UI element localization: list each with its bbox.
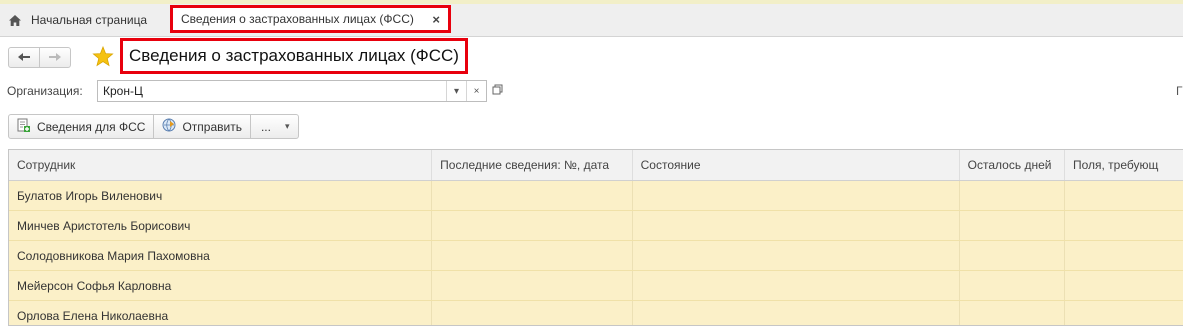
cell-days-left <box>960 181 1065 210</box>
table-header: Сотрудник Последние сведения: №, дата Со… <box>9 150 1183 181</box>
cell-days-left <box>960 241 1065 270</box>
cell-status <box>633 271 960 300</box>
cell-days-left <box>960 211 1065 240</box>
cell-status <box>633 211 960 240</box>
cell-last-info <box>432 301 633 325</box>
tab-home-label: Начальная страница <box>31 13 148 27</box>
arrow-left-icon <box>17 51 31 65</box>
column-header-last-info[interactable]: Последние сведения: №, дата <box>432 150 633 180</box>
command-bar: Сведения для ФСС Отправить ... ▾ <box>8 114 299 139</box>
more-label: ... <box>260 119 271 134</box>
chevron-down-icon: ▾ <box>284 121 290 131</box>
send-button[interactable]: Отправить <box>153 115 250 138</box>
tab-insured-persons-fss[interactable]: Сведения о застрахованных лицах (ФСС) × <box>170 5 451 33</box>
cell-status <box>633 181 960 210</box>
tab-bar: Начальная страница Сведения о застрахова… <box>0 0 1183 37</box>
home-icon <box>8 14 22 27</box>
cell-status <box>633 241 960 270</box>
table-row[interactable]: Минчев Аристотель Борисович <box>9 211 1183 241</box>
cell-employee: Орлова Елена Николаевна <box>9 301 433 325</box>
cell-employee: Булатов Игорь Виленович <box>9 181 433 210</box>
column-header-days-left[interactable]: Осталось дней <box>960 150 1065 180</box>
cell-days-left <box>960 301 1065 325</box>
send-globe-icon <box>162 118 176 135</box>
organization-field[interactable]: Крон-Ц ▾ × <box>97 80 487 102</box>
truncated-right-label: Г <box>1176 84 1183 98</box>
cell-employee: Минчев Аристотель Борисович <box>9 211 433 240</box>
send-label: Отправить <box>182 119 242 134</box>
table-row[interactable]: Мейерсон Софья Карловна <box>9 271 1183 301</box>
more-actions-button[interactable]: ... ▾ <box>249 115 298 138</box>
page-title-text: Сведения о застрахованных лицах (ФСС) <box>129 46 459 65</box>
cell-required-fields <box>1065 301 1183 325</box>
column-header-employee[interactable]: Сотрудник <box>9 150 433 180</box>
cell-last-info <box>432 211 633 240</box>
cell-required-fields <box>1065 211 1183 240</box>
cell-employee: Мейерсон Софья Карловна <box>9 271 433 300</box>
tab-active-label: Сведения о застрахованных лицах (ФСС) <box>181 12 414 26</box>
cell-status <box>633 301 960 325</box>
cell-last-info <box>432 181 633 210</box>
open-window-icon <box>492 84 503 98</box>
table-row[interactable]: Булатов Игорь Виленович <box>9 181 1183 211</box>
tab-home[interactable]: Начальная страница <box>0 6 155 34</box>
back-button[interactable] <box>8 47 40 68</box>
forward-button[interactable] <box>39 47 71 68</box>
employees-table: Сотрудник Последние сведения: №, дата Со… <box>8 149 1183 326</box>
cell-required-fields <box>1065 271 1183 300</box>
fss-info-button[interactable]: Сведения для ФСС <box>9 115 153 138</box>
dropdown-arrow-icon[interactable]: ▾ <box>446 81 466 101</box>
organization-value[interactable]: Крон-Ц <box>98 84 446 98</box>
cell-last-info <box>432 241 633 270</box>
open-organization-button[interactable] <box>488 81 506 101</box>
favorite-star-icon[interactable] <box>92 45 114 70</box>
tab-close-icon[interactable]: × <box>432 12 440 27</box>
cell-employee: Солодовникова Мария Пахомовна <box>9 241 433 270</box>
table-row[interactable]: Орлова Елена Николаевна <box>9 301 1183 325</box>
table-row[interactable]: Солодовникова Мария Пахомовна <box>9 241 1183 271</box>
clear-icon[interactable]: × <box>466 81 486 101</box>
document-add-icon <box>17 118 31 136</box>
cell-required-fields <box>1065 181 1183 210</box>
tab-bar-accent-stripe <box>0 0 1183 4</box>
column-header-required-fields[interactable]: Поля, требующ <box>1065 150 1183 180</box>
column-header-status[interactable]: Состояние <box>633 150 960 180</box>
fss-info-label: Сведения для ФСС <box>37 119 146 134</box>
organization-label: Организация: <box>7 84 83 98</box>
cell-days-left <box>960 271 1065 300</box>
cell-required-fields <box>1065 241 1183 270</box>
cell-last-info <box>432 271 633 300</box>
page-title: Сведения о застрахованных лицах (ФСС) <box>120 38 468 74</box>
arrow-right-icon <box>48 51 62 65</box>
